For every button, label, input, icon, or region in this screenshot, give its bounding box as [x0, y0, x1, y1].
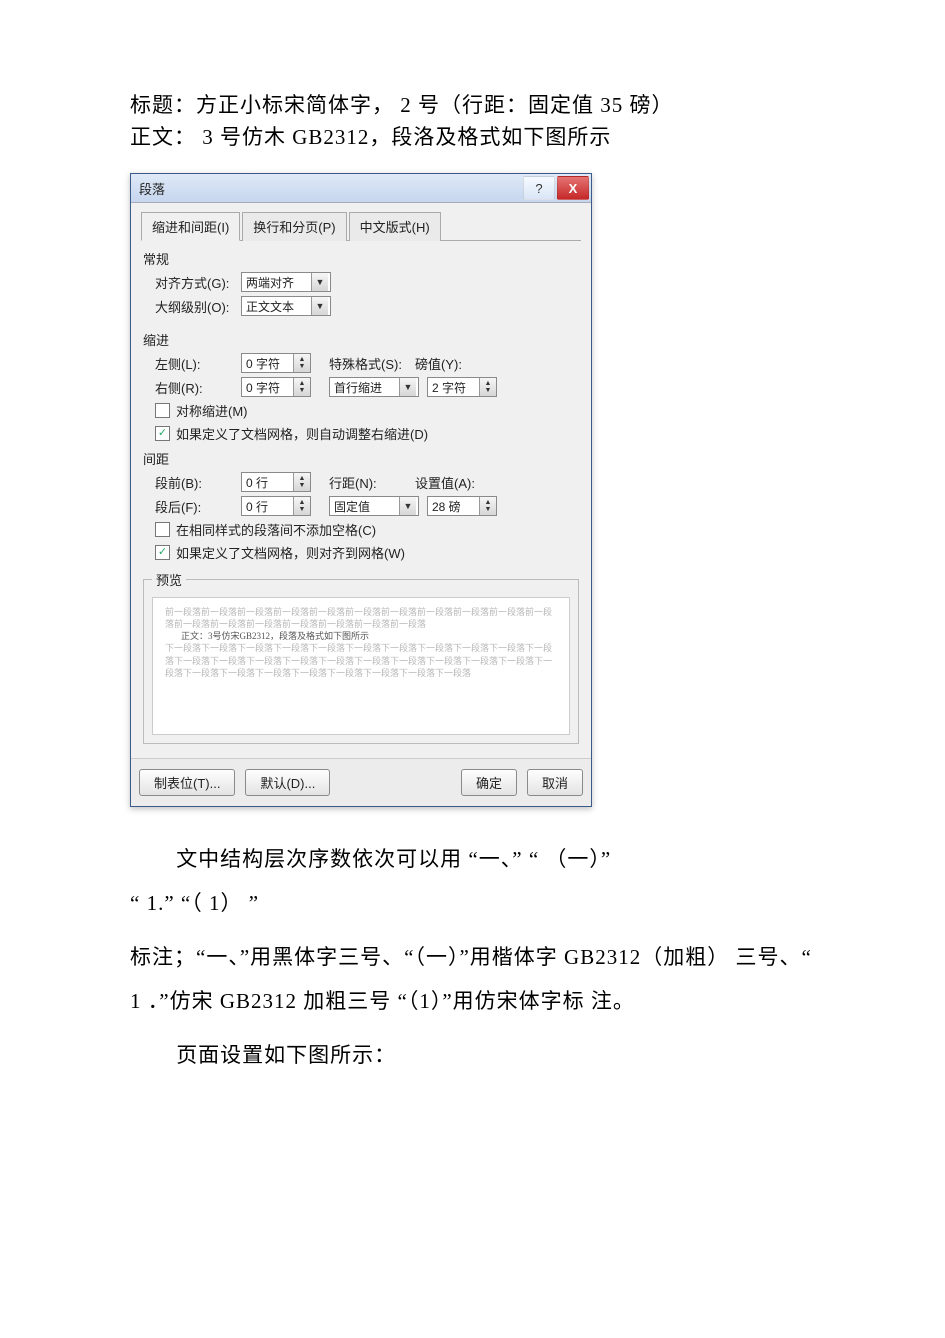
spinner-buttons-icon: ▲▼ — [293, 378, 310, 396]
general-heading: 常规 — [143, 249, 581, 268]
alignment-value: 两端对齐 — [246, 274, 294, 291]
cancel-button[interactable]: 取消 — [527, 769, 583, 796]
space-before-spinner[interactable]: 0 行 ▲▼ — [241, 472, 311, 492]
snap-to-grid-checkbox[interactable]: ✓ — [155, 545, 170, 560]
line-spacing-combo[interactable]: 固定值 ▼ — [329, 496, 419, 516]
doc-intro-line2: 正文： 3 号仿木 GB2312，段洛及格式如下图所示 — [130, 122, 815, 154]
alignment-combo[interactable]: 两端对齐 ▼ — [241, 272, 331, 292]
outline-label: 大纲级别(O): — [155, 297, 233, 316]
spinner-buttons-icon: ▲▼ — [293, 473, 310, 491]
dialog-title: 段落 — [139, 179, 165, 198]
spinner-buttons-icon: ▲▼ — [293, 354, 310, 372]
preview-group: 预览 前一段落前一段落前一段落前一段落前一段落前一段落前一段落前一段落前一段落前… — [143, 570, 579, 744]
dialog-tabs: 缩进和间距(I) 换行和分页(P) 中文版式(H) — [141, 211, 581, 241]
auto-adjust-indent-checkbox[interactable]: ✓ — [155, 426, 170, 441]
spinner-buttons-icon: ▲▼ — [479, 378, 496, 396]
tab-line-page-breaks[interactable]: 换行和分页(P) — [242, 212, 346, 241]
outline-value: 正文文本 — [246, 298, 294, 315]
no-space-same-style-label: 在相同样式的段落间不添加空格(C) — [176, 520, 376, 539]
indent-left-label: 左侧(L): — [155, 354, 233, 373]
close-icon[interactable]: X — [557, 176, 589, 200]
body-para-1a: 文中结构层次序数依次可以用 “一、” “ （一）” — [130, 837, 815, 881]
preview-box: 前一段落前一段落前一段落前一段落前一段落前一段落前一段落前一段落前一段落前一段落… — [152, 597, 570, 735]
body-para-3: 页面设置如下图所示： — [130, 1033, 815, 1077]
help-icon[interactable]: ? — [523, 176, 555, 200]
by-spinner[interactable]: 2 字符 ▲▼ — [427, 377, 497, 397]
chevron-down-icon: ▼ — [311, 273, 328, 291]
preview-sample-text: 正文：3号仿宋GB2312，段落及格式如下图所示 — [181, 630, 557, 642]
special-format-combo[interactable]: 首行缩进 ▼ — [329, 377, 419, 397]
at-spinner[interactable]: 28 磅 ▲▼ — [427, 496, 497, 516]
special-format-value: 首行缩进 — [334, 379, 382, 396]
dialog-button-bar: 制表位(T)... 默认(D)... 确定 取消 — [131, 758, 591, 806]
paragraph-dialog: 段落 ? X 缩进和间距(I) 换行和分页(P) 中文版式(H) 常规 对齐方式… — [130, 173, 592, 807]
space-after-label: 段后(F): — [155, 497, 233, 516]
preview-legend: 预览 — [152, 570, 186, 589]
space-after-value: 0 行 — [246, 498, 268, 515]
ok-button[interactable]: 确定 — [461, 769, 517, 796]
indent-right-label: 右侧(R): — [155, 378, 233, 397]
body-para-1b: “ 1.” “（ 1） ” — [130, 881, 815, 925]
space-before-label: 段前(B): — [155, 473, 233, 492]
mirror-indent-label: 对称缩进(M) — [176, 401, 248, 420]
auto-adjust-indent-label: 如果定义了文档网格，则自动调整右缩进(D) — [176, 424, 428, 443]
indent-right-spinner[interactable]: 0 字符 ▲▼ — [241, 377, 311, 397]
preview-gray-before: 前一段落前一段落前一段落前一段落前一段落前一段落前一段落前一段落前一段落前一段落… — [165, 606, 557, 630]
space-before-value: 0 行 — [246, 474, 268, 491]
special-format-label: 特殊格式(S): — [329, 354, 407, 373]
at-value: 28 磅 — [432, 498, 461, 515]
no-space-same-style-checkbox[interactable] — [155, 522, 170, 537]
dialog-titlebar: 段落 ? X — [131, 174, 591, 203]
tab-asian-typography[interactable]: 中文版式(H) — [349, 212, 441, 241]
line-spacing-value: 固定值 — [334, 498, 370, 515]
tabs-button[interactable]: 制表位(T)... — [139, 769, 235, 796]
preview-gray-after: 下一段落下一段落下一段落下一段落下一段落下一段落下一段落下一段落下一段落下一段落… — [165, 642, 557, 678]
indent-right-value: 0 字符 — [246, 379, 280, 396]
body-para-2: 标注；“一、”用黑体字三号、“（一）”用楷体字 GB2312（加粗） 三号、“ … — [130, 935, 815, 1023]
space-after-spinner[interactable]: 0 行 ▲▼ — [241, 496, 311, 516]
by-value: 2 字符 — [432, 379, 466, 396]
default-button[interactable]: 默认(D)... — [245, 769, 330, 796]
at-label: 设置值(A): — [415, 473, 475, 492]
snap-to-grid-label: 如果定义了文档网格，则对齐到网格(W) — [176, 543, 405, 562]
chevron-down-icon: ▼ — [399, 378, 416, 396]
indent-left-spinner[interactable]: 0 字符 ▲▼ — [241, 353, 311, 373]
indent-left-value: 0 字符 — [246, 355, 280, 372]
by-label: 磅值(Y): — [415, 354, 475, 373]
mirror-indent-checkbox[interactable] — [155, 403, 170, 418]
line-spacing-label: 行距(N): — [329, 473, 407, 492]
spinner-buttons-icon: ▲▼ — [479, 497, 496, 515]
chevron-down-icon: ▼ — [311, 297, 328, 315]
doc-intro-line1: 标题：方正小标宋简体字， 2 号（行距：固定值 35 磅） — [130, 90, 815, 122]
spinner-buttons-icon: ▲▼ — [293, 497, 310, 515]
outline-combo[interactable]: 正文文本 ▼ — [241, 296, 331, 316]
alignment-label: 对齐方式(G): — [155, 273, 233, 292]
chevron-down-icon: ▼ — [399, 497, 416, 515]
spacing-heading: 间距 — [143, 449, 581, 468]
tab-indent-spacing[interactable]: 缩进和间距(I) — [141, 212, 240, 241]
indent-heading: 缩进 — [143, 330, 581, 349]
